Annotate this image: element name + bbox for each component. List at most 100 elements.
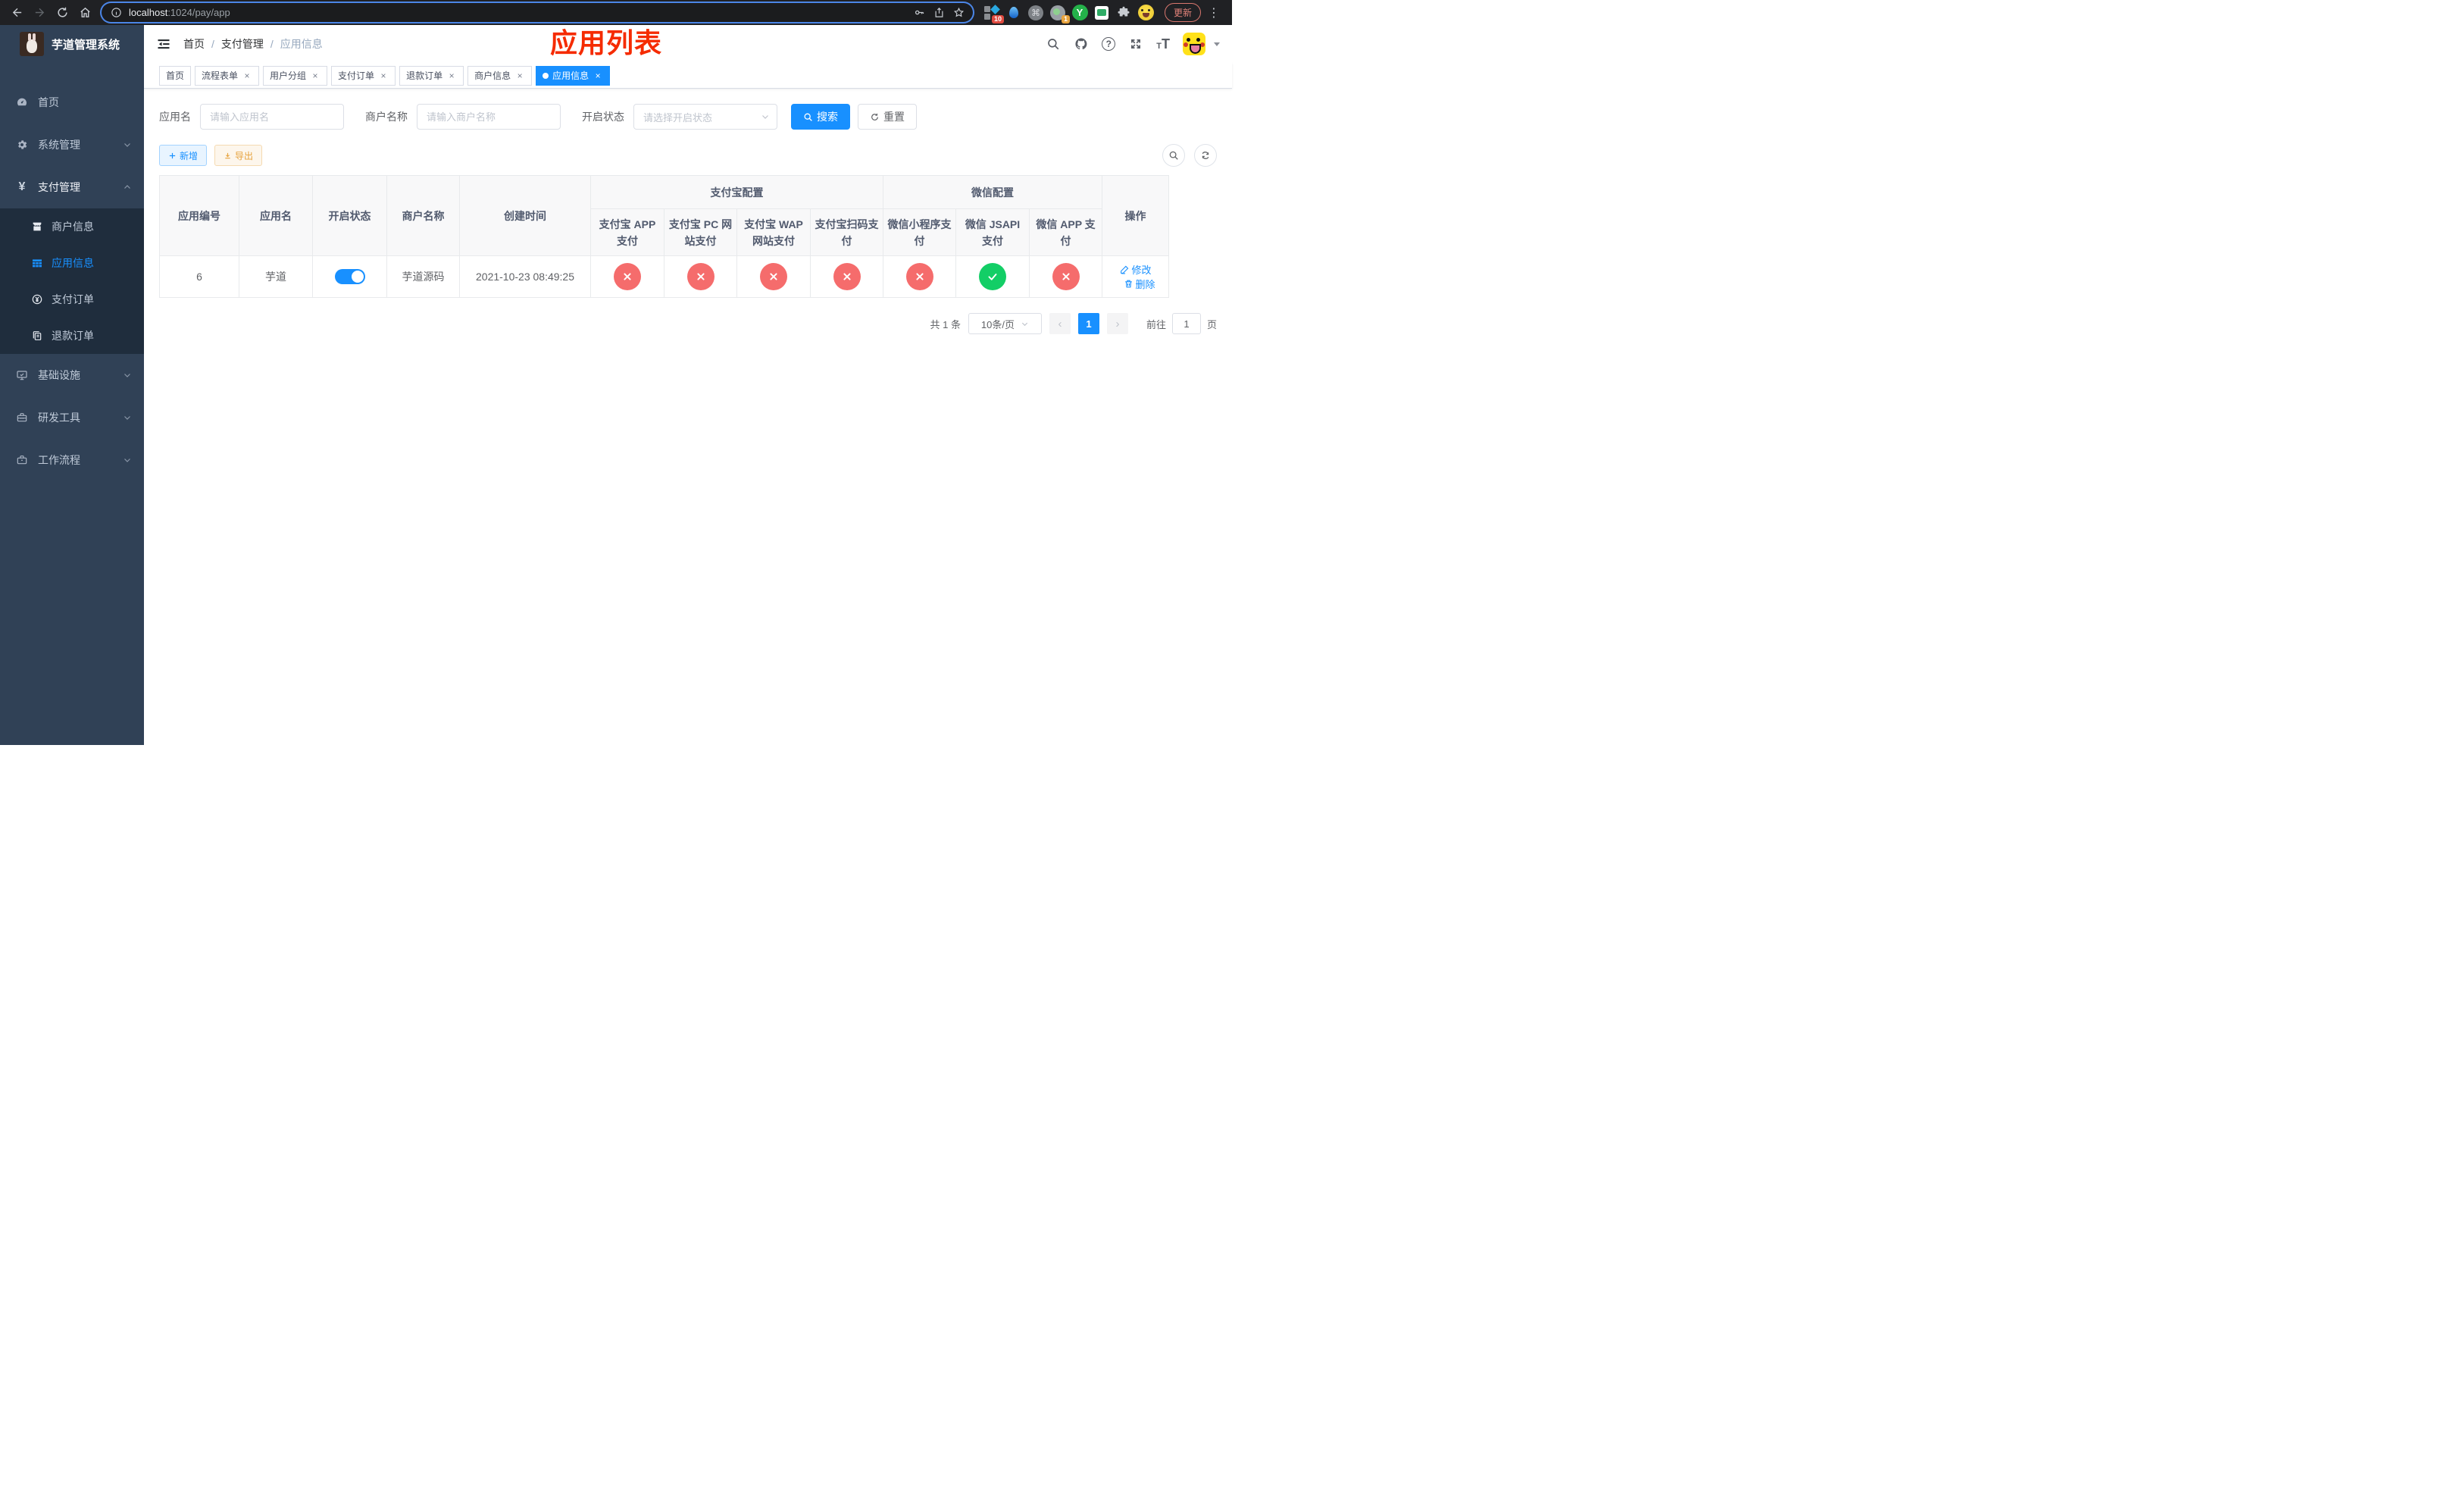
plus-icon	[169, 152, 176, 158]
breadcrumb-payment[interactable]: 支付管理	[221, 36, 264, 52]
close-icon[interactable]: ×	[242, 70, 252, 81]
cell-app-id: 6	[159, 255, 239, 298]
pencil-icon	[1120, 265, 1128, 274]
sidebar-item-workflow[interactable]: 工作流程	[0, 439, 144, 481]
search-form: 应用名 商户名称 开启状态 请选择开启状态 搜索 重置	[159, 104, 1217, 130]
close-icon[interactable]: ×	[446, 70, 457, 81]
tab-pay-order[interactable]: 支付订单 ×	[331, 65, 396, 86]
bookmark-star-icon[interactable]	[952, 6, 965, 20]
app-name-label: 应用名	[159, 111, 191, 123]
page-number-button[interactable]: 1	[1077, 313, 1099, 334]
search-icon[interactable]	[1046, 36, 1061, 52]
sidebar-item-infrastructure[interactable]: 基础设施	[0, 354, 144, 396]
pagination: 共 1 条 10条/页 ‹ 1 › 前往 页	[159, 313, 1217, 334]
profile-avatar-icon[interactable]	[1137, 5, 1154, 21]
table-grid-icon	[30, 256, 44, 270]
extension-chat-icon[interactable]	[1093, 5, 1110, 21]
browser-forward-icon[interactable]	[29, 2, 50, 23]
tab-process-form[interactable]: 流程表单 ×	[195, 65, 260, 86]
reset-button[interactable]: 重置	[858, 104, 917, 130]
export-button[interactable]: 导出	[214, 145, 263, 166]
refresh-table-button[interactable]	[1194, 144, 1217, 167]
merchant-name-input[interactable]	[417, 104, 561, 130]
tab-user-group[interactable]: 用户分组 ×	[263, 65, 328, 86]
search-button[interactable]: 搜索	[791, 104, 850, 130]
sidebar: 芋道管理系统 首页 系统管理 ¥ 支付管理 商户信息 应用信息 支付订单 退款订…	[0, 25, 144, 745]
sidebar-item-dev-tools[interactable]: 研发工具	[0, 396, 144, 439]
download-icon	[225, 152, 230, 158]
extension-command-icon[interactable]: ⌘	[1027, 5, 1044, 21]
storefront-icon	[30, 220, 44, 233]
edit-button[interactable]: 修改	[1120, 262, 1152, 277]
extension-recorder-icon[interactable]: 1	[1049, 5, 1070, 23]
next-page-button[interactable]: ›	[1106, 313, 1128, 334]
extension-balloon-icon[interactable]	[1005, 5, 1022, 21]
add-button[interactable]: 新增	[159, 145, 208, 166]
page-size-select[interactable]: 10条/页	[968, 313, 1042, 334]
fullscreen-icon[interactable]	[1128, 36, 1143, 52]
extensions-area: 10 ⌘ 1 Y	[983, 4, 1154, 23]
top-navbar: 首页 / 支付管理 / 应用信息 应用列表 ? TT	[144, 25, 1232, 63]
tab-app-info[interactable]: 应用信息 ×	[536, 65, 611, 86]
col-header-wx-app: 微信 APP 支付	[1028, 208, 1103, 256]
monitor-icon	[15, 368, 29, 382]
col-header-alipay-pc: 支付宝 PC 网站支付	[664, 208, 737, 256]
status-select[interactable]: 请选择开启状态	[633, 104, 777, 130]
trash-icon	[1124, 280, 1132, 288]
close-icon[interactable]: ×	[378, 70, 389, 81]
password-key-icon[interactable]	[912, 6, 926, 20]
chevron-down-icon	[762, 115, 768, 119]
close-icon[interactable]: ×	[593, 70, 603, 81]
font-size-icon[interactable]: TT	[1156, 37, 1170, 51]
browser-home-icon[interactable]	[74, 2, 95, 23]
url-text: localhost:1024/pay/app	[129, 7, 230, 18]
status-toggle[interactable]	[334, 269, 365, 284]
browser-reload-icon[interactable]	[52, 2, 73, 23]
sidebar-item-merchant-info[interactable]: 商户信息	[0, 208, 144, 245]
sidebar-item-pay-order[interactable]: 支付订单	[0, 281, 144, 318]
extension-blocks-icon[interactable]: 10	[983, 4, 1004, 23]
help-icon[interactable]: ?	[1102, 37, 1116, 51]
disabled-cross-icon	[760, 263, 787, 290]
tab-home[interactable]: 首页	[159, 65, 192, 86]
prev-page-button[interactable]: ‹	[1049, 313, 1071, 334]
col-header-merchant: 商户名称	[386, 175, 460, 256]
sidebar-collapse-icon[interactable]	[156, 36, 173, 52]
cell-merchant: 芋道源码	[386, 255, 460, 298]
browser-back-icon[interactable]	[6, 2, 27, 23]
show-search-button[interactable]	[1162, 144, 1185, 167]
site-info-icon[interactable]	[109, 6, 123, 20]
delete-button[interactable]: 删除	[1124, 277, 1155, 291]
active-dot-icon	[543, 72, 549, 79]
col-header-wx-jsapi: 微信 JSAPI 支付	[955, 208, 1030, 256]
sidebar-logo[interactable]: 芋道管理系统	[0, 25, 144, 63]
chevron-up-icon	[123, 183, 132, 192]
col-header-status: 开启状态	[312, 175, 387, 256]
user-avatar[interactable]	[1183, 33, 1205, 55]
close-icon[interactable]: ×	[514, 70, 525, 81]
url-bar[interactable]: localhost:1024/pay/app	[102, 3, 973, 22]
sidebar-item-payment[interactable]: ¥ 支付管理	[0, 166, 144, 208]
user-menu-caret-icon[interactable]	[1214, 42, 1220, 46]
tab-refund-order[interactable]: 退款订单 ×	[399, 65, 464, 86]
extension-y-icon[interactable]: Y	[1071, 5, 1088, 21]
table-row: 6 芋道 芋道源码 2021-10-23 08:49:25 修改 删除	[159, 255, 1170, 298]
browser-menu-icon[interactable]: ⋮	[1207, 5, 1221, 20]
tab-merchant-info[interactable]: 商户信息 ×	[467, 65, 533, 86]
goto-page-input[interactable]	[1171, 313, 1201, 334]
annotation-title: 应用列表	[549, 27, 663, 58]
close-icon[interactable]: ×	[310, 70, 321, 81]
pagination-total: 共 1 条	[930, 318, 961, 330]
github-icon[interactable]	[1074, 36, 1089, 52]
sidebar-item-system[interactable]: 系统管理	[0, 124, 144, 166]
sidebar-item-refund-order[interactable]: 退款订单	[0, 318, 144, 354]
extension-badge: 10	[991, 14, 1004, 23]
share-icon[interactable]	[932, 6, 946, 20]
browser-update-button[interactable]: 更新	[1165, 3, 1202, 22]
extensions-puzzle-icon[interactable]	[1115, 5, 1132, 21]
sidebar-item-home[interactable]: 首页	[0, 81, 144, 124]
breadcrumb-home[interactable]: 首页	[183, 36, 205, 52]
app-name-input[interactable]	[200, 104, 344, 130]
sidebar-item-app-info[interactable]: 应用信息	[0, 245, 144, 281]
gear-icon	[15, 138, 29, 152]
